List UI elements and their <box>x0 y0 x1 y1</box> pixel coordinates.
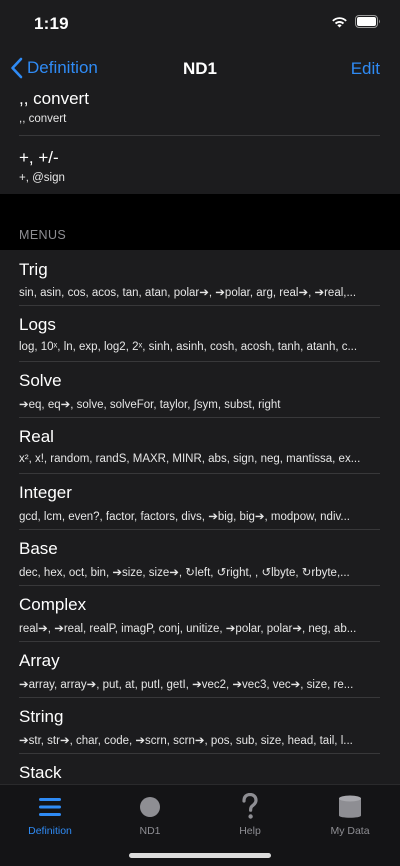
definition-list[interactable]: ,, convert ,, convert +, +/- +, @sign ME… <box>0 88 400 784</box>
list-item-subtitle: gcd, lcm, even?, factor, factors, divs, … <box>19 511 350 523</box>
back-button-label: Definition <box>27 58 98 77</box>
question-icon <box>242 793 258 819</box>
list-item[interactable]: +, +/- +, @sign <box>0 136 400 194</box>
list-item-subtitle: x², x!, random, randS, MAXR, MINR, abs, … <box>19 453 361 465</box>
list-item-title: +, +/- <box>19 148 59 167</box>
database-icon <box>339 795 361 818</box>
menu-item-solve[interactable]: Solve ➔eq, eq➔, solve, solveFor, taylor,… <box>0 362 400 418</box>
list-item-title: String <box>19 707 64 726</box>
chevron-left-icon <box>11 57 23 79</box>
tab-my-data[interactable]: My Data <box>300 793 400 843</box>
list-item-title: ,, convert <box>19 89 89 108</box>
section-header-label: MENUS <box>19 228 67 242</box>
menu-item-stack[interactable]: Stack <box>0 754 400 784</box>
menu-item-real[interactable]: Real x², x!, random, randS, MAXR, MINR, … <box>0 418 400 474</box>
tab-label: Definition <box>28 825 72 837</box>
tab-help[interactable]: Help <box>200 793 300 843</box>
tab-label: ND1 <box>139 825 161 837</box>
list-item-title: Array <box>19 651 60 670</box>
home-indicator <box>129 853 271 858</box>
status-bar: 1:19 <box>0 0 400 48</box>
tab-label: My Data <box>330 825 370 837</box>
menu-item-integer[interactable]: Integer gcd, lcm, even?, factor, factors… <box>0 474 400 530</box>
back-button[interactable]: Definition <box>10 54 98 82</box>
menu-item-trig[interactable]: Trig sin, asin, cos, acos, tan, atan, po… <box>0 250 400 306</box>
section-header: MENUS <box>0 223 400 250</box>
list-item-subtitle: ➔str, str➔, char, code, ➔scrn, scrn➔, po… <box>19 735 353 747</box>
battery-icon <box>355 15 380 28</box>
list-item-title: Logs <box>19 315 56 334</box>
list-item-title: Base <box>19 539 58 558</box>
menu-item-complex[interactable]: Complex real➔, ➔real, realP, imagP, conj… <box>0 586 400 642</box>
status-time: 1:19 <box>34 14 69 33</box>
wifi-icon <box>332 16 347 27</box>
navigation-bar: Definition ND1 Edit <box>0 48 400 88</box>
list-item-title: Stack <box>19 763 62 782</box>
list-item-title: Solve <box>19 371 62 390</box>
list-item-subtitle: ➔array, array➔, put, at, putI, getI, ➔ve… <box>19 679 354 691</box>
list-item[interactable]: ,, convert ,, convert <box>0 88 400 136</box>
list-item-subtitle: real➔, ➔real, realP, imagP, conj, unitiz… <box>19 623 357 635</box>
tab-definition[interactable]: Definition <box>0 793 100 843</box>
list-item-title: Integer <box>19 483 72 502</box>
list-icon <box>39 798 61 816</box>
list-item-subtitle: sin, asin, cos, acos, tan, atan, polar➔,… <box>19 287 357 299</box>
list-item-subtitle: dec, hex, oct, bin, ➔size, size➔, ↻left,… <box>19 567 350 579</box>
list-item-subtitle: +, @sign <box>19 172 65 184</box>
status-icons <box>331 15 382 28</box>
list-item-subtitle: log, 10ˣ, ln, exp, log2, 2ˣ, sinh, asinh… <box>19 341 358 353</box>
tab-label: Help <box>239 825 261 837</box>
circle-icon <box>140 797 160 817</box>
section-gap <box>0 194 400 223</box>
list-item-title: Trig <box>19 260 48 279</box>
menus-group: Trig sin, asin, cos, acos, tan, atan, po… <box>0 250 400 784</box>
list-item-title: Complex <box>19 595 87 614</box>
edit-button[interactable]: Edit <box>351 59 380 79</box>
menu-item-array[interactable]: Array ➔array, array➔, put, at, putI, get… <box>0 642 400 698</box>
list-item-subtitle: ,, convert <box>19 113 67 125</box>
top-items-group: ,, convert ,, convert +, +/- +, @sign <box>0 88 400 194</box>
menu-item-string[interactable]: String ➔str, str➔, char, code, ➔scrn, sc… <box>0 698 400 754</box>
list-item-subtitle: ➔eq, eq➔, solve, solveFor, taylor, ∫sym,… <box>19 399 281 411</box>
list-item-title: Real <box>19 427 54 446</box>
menu-item-logs[interactable]: Logs log, 10ˣ, ln, exp, log2, 2ˣ, sinh, … <box>0 306 400 362</box>
tab-nd1[interactable]: ND1 <box>100 793 200 843</box>
menu-item-base[interactable]: Base dec, hex, oct, bin, ➔size, size➔, ↻… <box>0 530 400 586</box>
